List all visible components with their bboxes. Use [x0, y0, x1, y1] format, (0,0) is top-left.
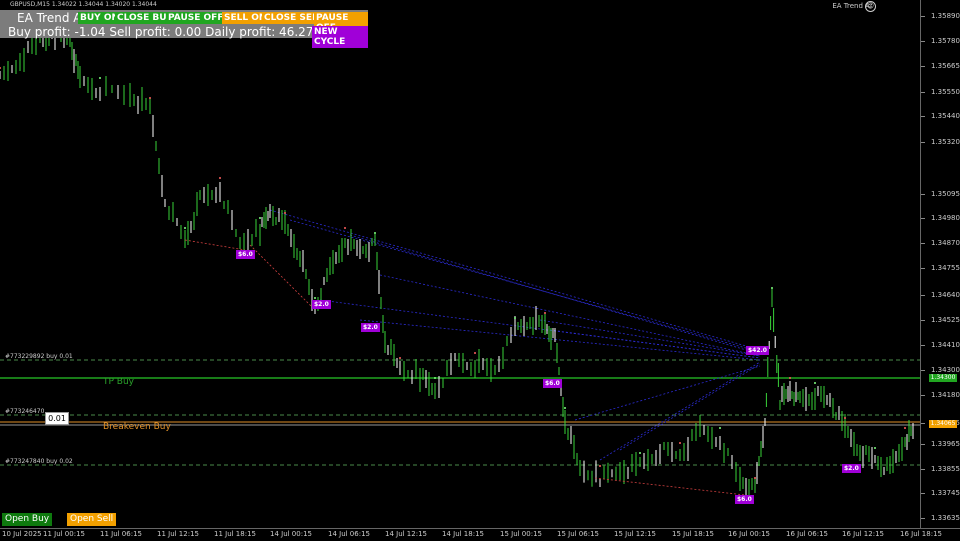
indicator-dot — [679, 442, 681, 444]
indicator-dot — [219, 177, 221, 179]
time-label: 15 Jul 18:15 — [672, 530, 714, 538]
indicator-dot — [754, 477, 756, 479]
price-tick: 1.34300 — [921, 366, 960, 374]
price-tick: 1.34525 — [921, 316, 960, 324]
indicator-dot — [599, 465, 601, 467]
price-tick: 1.34755 — [921, 264, 960, 272]
indicator-dots — [0, 27, 906, 479]
time-label: 15 Jul 06:15 — [557, 530, 599, 538]
indicator-dot — [544, 312, 546, 314]
indicator-dot — [639, 452, 641, 454]
price-tick: 1.34410 — [921, 341, 960, 349]
red-dashed — [184, 239, 746, 496]
time-label: 15 Jul 12:15 — [614, 530, 656, 538]
time-label: 14 Jul 12:15 — [385, 530, 427, 538]
price-tick: 1.33745 — [921, 489, 960, 497]
panel-title: EA Trend A — [17, 11, 82, 25]
indicator-dot — [719, 427, 721, 429]
time-label: 14 Jul 00:15 — [270, 530, 312, 538]
price-tick: 1.33965 — [921, 440, 960, 448]
indicator-dot — [844, 417, 846, 419]
indicator-dot — [99, 77, 101, 79]
price-tick: 1.34870 — [921, 239, 960, 247]
price-tick: 1.35320 — [921, 138, 960, 146]
price-tick: 1.35665 — [921, 62, 960, 70]
time-label: 14 Jul 06:15 — [328, 530, 370, 538]
price-tick: 1.34980 — [921, 214, 960, 222]
profit-tag: $2.0 — [361, 323, 380, 332]
tp-price-tag: 1.34300 — [929, 374, 957, 382]
ea-panel: EA Trend A BUY ON CLOSE BUY PAUSE OFF SE… — [0, 10, 368, 48]
time-label: 11 Jul 12:15 — [157, 530, 199, 538]
indicator-dot — [259, 217, 261, 219]
indicator-dot — [0, 67, 1, 69]
order-label-1: #773229892 buy 0.01 — [5, 353, 73, 360]
order-label-2: #773246470 — [5, 408, 45, 415]
indicator-dot — [314, 297, 316, 299]
time-label: 16 Jul 00:15 — [728, 530, 770, 538]
open-sell-button[interactable]: Open Sell — [67, 513, 117, 526]
time-label: 16 Jul 18:15 — [900, 530, 942, 538]
profit-tag: $6.0 — [236, 250, 255, 259]
time-label: 14 Jul 18:15 — [442, 530, 484, 538]
breakeven-price-tag: 1.34065 — [929, 420, 957, 428]
time-label: 16 Jul 06:15 — [786, 530, 828, 538]
price-tick: 1.35550 — [921, 88, 960, 96]
indicator-dot — [344, 227, 346, 229]
price-tick: 1.35890 — [921, 12, 960, 20]
tp-label: TP Buy — [103, 377, 134, 387]
time-label: 10 Jul 2025 — [2, 530, 42, 538]
breakeven-label: Breakeven Buy — [103, 422, 171, 432]
profit-tag: $2.0 — [312, 300, 331, 309]
indicator-dot — [184, 227, 186, 229]
price-tick: 1.35780 — [921, 37, 960, 45]
time-label: 11 Jul 00:15 — [43, 530, 85, 538]
order-label-3: #773247840 buy 0.02 — [5, 458, 73, 465]
price-tick: 1.34640 — [921, 291, 960, 299]
profit-tag: $6.0 — [543, 379, 562, 388]
price-tick: 1.33635 — [921, 514, 960, 522]
profit-tag: $2.0 — [842, 464, 861, 473]
indicator-dot — [514, 317, 516, 319]
profits-text: Buy profit: -1.04 Sell profit: 0.00 Dail… — [8, 25, 314, 39]
profit-tag: $6.0 — [735, 495, 754, 504]
indicator-dot — [874, 447, 876, 449]
price-chart — [0, 23, 920, 503]
indicator-dot — [284, 212, 286, 214]
indicator-dot — [374, 232, 376, 234]
indicator-dot — [434, 377, 436, 379]
new-cycle-button[interactable]: NEW CYCLE — [312, 26, 368, 48]
indicator-dot — [149, 97, 151, 99]
chart-area[interactable]: GBPUSD,M15 1.34022 1.34044 1.34020 1.340… — [0, 0, 920, 528]
order-volume-bubble[interactable]: 0.01 — [45, 412, 69, 425]
indicator-dot — [399, 357, 401, 359]
time-axis: 10 Jul 2025 11 Jul 00:15 11 Jul 06:15 11 Ju… — [0, 528, 960, 541]
time-label: 11 Jul 18:15 — [214, 530, 256, 538]
indicator-dot — [771, 287, 773, 289]
time-label: 16 Jul 12:15 — [842, 530, 884, 538]
time-label: 15 Jul 00:15 — [500, 530, 542, 538]
price-tick: 1.35095 — [921, 190, 960, 198]
price-tick: 1.33855 — [921, 465, 960, 473]
price-tick: 1.35440 — [921, 112, 960, 120]
price-tick: 1.34180 — [921, 391, 960, 399]
pause-buy-button[interactable]: PAUSE OFF — [166, 12, 226, 24]
indicator-dot — [564, 407, 566, 409]
indicator-dot — [474, 352, 476, 354]
profit-tag: $42.0 — [746, 346, 769, 355]
price-scale[interactable]: 1.35890 1.35780 1.35665 1.35550 1.35440 1.353… — [920, 0, 960, 528]
smiley-icon: ☺ — [865, 1, 876, 12]
symbol-info: GBPUSD,M15 1.34022 1.34044 1.34020 1.340… — [10, 1, 157, 8]
open-buy-button[interactable]: Open Buy — [2, 513, 53, 526]
indicator-dot — [814, 382, 816, 384]
indicator-dot — [789, 377, 791, 379]
time-label: 11 Jul 06:15 — [100, 530, 142, 538]
indicator-dot — [904, 427, 906, 429]
